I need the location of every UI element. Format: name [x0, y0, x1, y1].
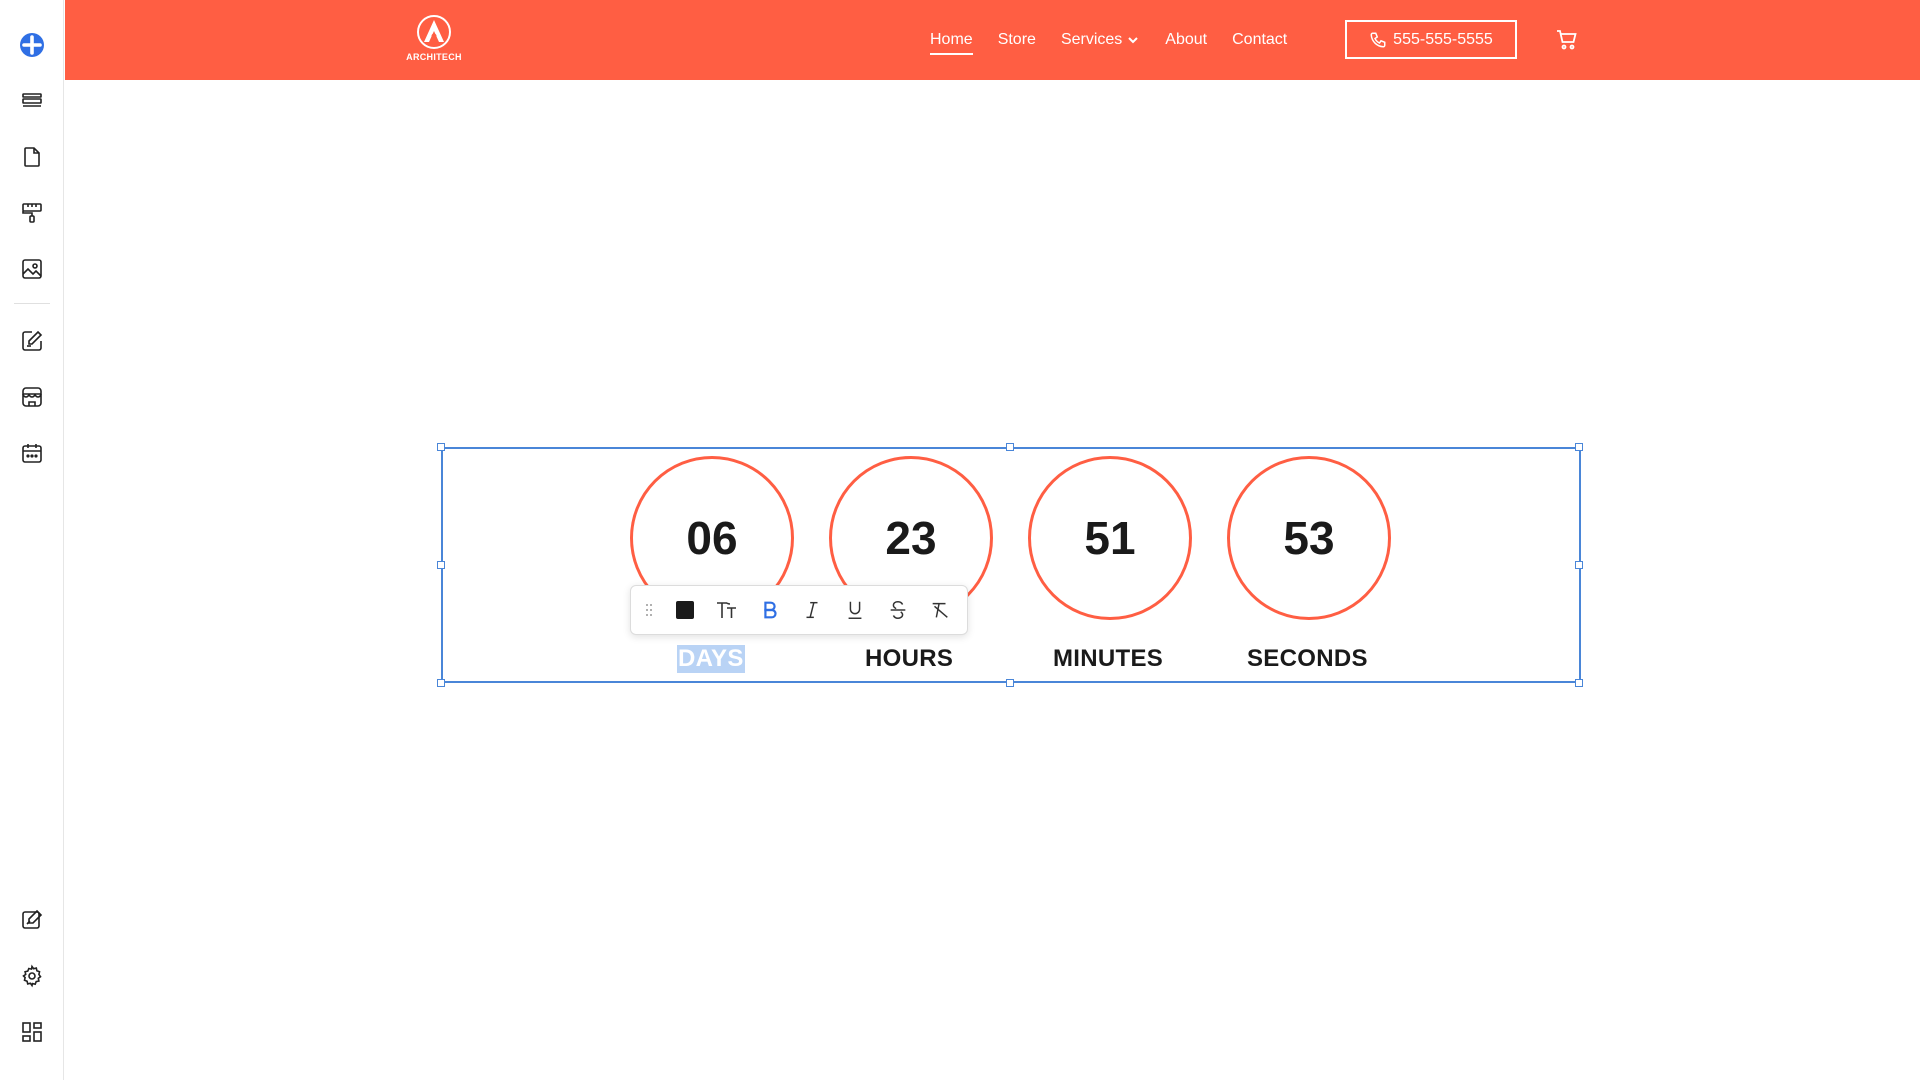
site-header: ARCHITECH Home Store Services About Cont… [65, 0, 1920, 80]
resize-handle-top-center[interactable] [1006, 443, 1014, 451]
italic-button[interactable] [797, 594, 829, 626]
resize-handle-top-left[interactable] [437, 443, 445, 451]
strikethrough-button[interactable] [882, 594, 914, 626]
phone-button[interactable]: 555-555-5555 [1345, 20, 1517, 59]
chevron-down-icon [1128, 37, 1139, 44]
nav-home[interactable]: Home [930, 31, 973, 55]
resize-handle-middle-right[interactable] [1575, 561, 1583, 569]
page-icon [24, 147, 40, 167]
add-button[interactable] [16, 29, 48, 61]
edit-design-icon [22, 909, 43, 929]
bold-icon [764, 601, 777, 619]
dashboard-button[interactable] [16, 1016, 48, 1048]
hours-value: 23 [885, 512, 937, 564]
countdown-selection-frame[interactable] [441, 447, 1581, 683]
minutes-circle: 51 [1028, 456, 1192, 620]
pages-button[interactable] [16, 141, 48, 173]
media-button[interactable] [16, 253, 48, 285]
underline-icon [848, 601, 862, 619]
resize-handle-top-right[interactable] [1575, 443, 1583, 451]
minutes-label[interactable]: MINUTES [1053, 645, 1163, 673]
layers-button[interactable] [16, 85, 48, 117]
design-button[interactable] [16, 197, 48, 229]
main-nav: Home Store Services About Contact [930, 0, 1312, 80]
nav-store-label: Store [997, 31, 1036, 48]
text-color-icon [675, 601, 694, 619]
bold-button[interactable] [754, 594, 786, 626]
site-logo[interactable]: ARCHITECH [402, 14, 466, 66]
resize-handle-middle-left[interactable] [437, 561, 445, 569]
resize-handle-bottom-right[interactable] [1575, 679, 1583, 687]
editor-sidebar [0, 0, 64, 1080]
hours-label[interactable]: HOURS [865, 645, 953, 673]
underline-button[interactable] [839, 594, 871, 626]
blog-button[interactable] [16, 325, 48, 357]
cart-button[interactable] [1555, 28, 1579, 52]
nav-services[interactable]: Services [1061, 31, 1140, 49]
cart-icon [1557, 30, 1577, 50]
seconds-value: 53 [1283, 512, 1335, 564]
sidebar-divider [14, 303, 50, 304]
add-icon [20, 33, 44, 57]
italic-icon [806, 601, 818, 619]
font-size-icon [717, 602, 737, 618]
nav-about[interactable]: About [1165, 31, 1207, 49]
phone-number: 555-555-5555 [1393, 30, 1493, 48]
edit-design-button[interactable] [16, 904, 48, 936]
image-icon [22, 259, 42, 279]
clear-format-button[interactable] [924, 594, 956, 626]
layers-icon [22, 93, 42, 107]
dashboard-grid-icon [22, 1022, 42, 1042]
bookings-button[interactable] [16, 437, 48, 469]
minutes-value: 51 [1084, 512, 1136, 564]
toolbar-drag-handle[interactable] [643, 602, 655, 618]
nav-store[interactable]: Store [998, 31, 1036, 49]
nav-home-label: Home [930, 31, 973, 48]
seconds-circle: 53 [1227, 456, 1391, 620]
nav-services-label: Services [1060, 31, 1123, 48]
nav-contact[interactable]: Contact [1232, 31, 1287, 49]
resize-handle-bottom-left[interactable] [437, 679, 445, 687]
phone-icon [1370, 32, 1386, 48]
nav-about-label: About [1165, 31, 1208, 48]
edit-square-icon [22, 330, 43, 351]
days-label[interactable]: DAYS [677, 645, 745, 673]
nav-contact-label: Contact [1232, 31, 1288, 48]
architech-logo-icon [417, 15, 451, 49]
store-button[interactable] [16, 381, 48, 413]
logo-text: ARCHITECH [406, 52, 462, 62]
calendar-icon [22, 444, 42, 463]
gear-icon [22, 964, 42, 988]
strikethrough-icon [890, 601, 905, 619]
text-format-toolbar [630, 585, 968, 635]
text-color-button[interactable] [669, 594, 701, 626]
settings-button[interactable] [16, 960, 48, 992]
resize-handle-bottom-center[interactable] [1006, 679, 1014, 687]
drag-grip-icon [645, 604, 652, 616]
clear-format-icon [932, 602, 949, 618]
font-size-button[interactable] [711, 594, 743, 626]
days-value: 06 [686, 512, 738, 564]
seconds-label[interactable]: SECONDS [1247, 645, 1368, 673]
paint-roller-icon [22, 203, 42, 223]
store-icon [22, 387, 42, 407]
